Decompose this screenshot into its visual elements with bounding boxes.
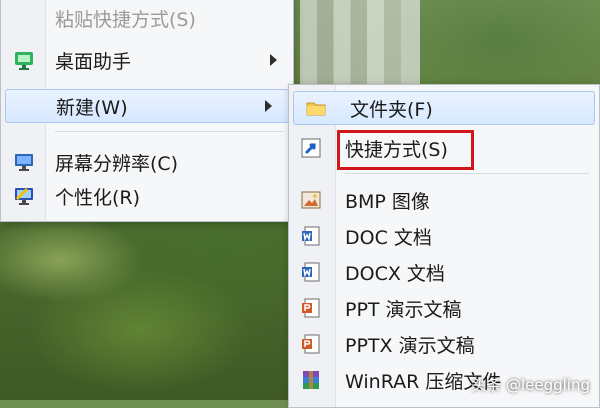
menu-item-new-label: 新建(W): [56, 96, 128, 119]
submenu-item-ppt[interactable]: PPT 演示文稿: [289, 291, 599, 325]
winrar-archive-icon: [299, 368, 323, 392]
new-submenu: 文件夹(F) 快捷方式(S) BMP 图像 DOC 文档 DOCX 文档 PPT…: [288, 84, 600, 408]
submenu-item-doc-label: DOC 文档: [345, 226, 432, 249]
menu-item-paste-shortcut[interactable]: 粘贴快捷方式(S): [1, 1, 293, 35]
submenu-item-bmp[interactable]: BMP 图像: [289, 183, 599, 217]
bmp-image-icon: [299, 188, 323, 212]
watermark-text: 头条 @leeggling: [471, 376, 590, 394]
desktop-assistant-icon: [13, 49, 35, 71]
menu-item-desktop-assistant-label: 桌面助手: [55, 50, 132, 73]
ppt-presentation-icon: [299, 296, 323, 320]
submenu-item-shortcut-label: 快捷方式(S): [345, 138, 448, 161]
submenu-arrow-icon: [265, 100, 272, 112]
menu-item-personalize-label: 个性化(R): [55, 186, 141, 209]
submenu-separator: [345, 173, 589, 174]
menu-item-paste-shortcut-label: 粘贴快捷方式(S): [55, 8, 196, 31]
submenu-item-pptx[interactable]: PPTX 演示文稿: [289, 327, 599, 361]
wallpaper-city: [300, 0, 420, 90]
menu-item-personalize[interactable]: 个性化(R): [1, 179, 293, 213]
submenu-item-shortcut[interactable]: 快捷方式(S): [289, 131, 599, 165]
menu-item-screen-resolution[interactable]: 屏幕分辨率(C): [1, 145, 293, 179]
submenu-item-bmp-label: BMP 图像: [345, 190, 430, 213]
menu-separator: [55, 131, 283, 132]
submenu-item-docx-label: DOCX 文档: [345, 262, 445, 285]
submenu-item-docx[interactable]: DOCX 文档: [289, 255, 599, 289]
submenu-item-doc[interactable]: DOC 文档: [289, 219, 599, 253]
menu-item-desktop-assistant[interactable]: 桌面助手: [1, 43, 293, 77]
submenu-arrow-icon: [270, 54, 277, 66]
shortcut-icon: [299, 136, 323, 160]
monitor-icon: [13, 151, 35, 173]
submenu-item-folder[interactable]: 文件夹(F): [293, 91, 595, 125]
personalize-icon: [13, 185, 35, 207]
submenu-item-ppt-label: PPT 演示文稿: [345, 298, 462, 321]
submenu-item-pptx-label: PPTX 演示文稿: [345, 334, 475, 357]
folder-icon: [304, 96, 328, 120]
docx-document-icon: [299, 260, 323, 284]
doc-document-icon: [299, 224, 323, 248]
menu-item-screen-resolution-label: 屏幕分辨率(C): [55, 152, 179, 175]
menu-item-new[interactable]: 新建(W): [5, 89, 289, 123]
pptx-presentation-icon: [299, 332, 323, 356]
desktop-context-menu: 粘贴快捷方式(S) 桌面助手 新建(W) 屏幕分辨率(C) 个性化(R): [0, 0, 294, 222]
submenu-item-folder-label: 文件夹(F): [350, 98, 433, 121]
